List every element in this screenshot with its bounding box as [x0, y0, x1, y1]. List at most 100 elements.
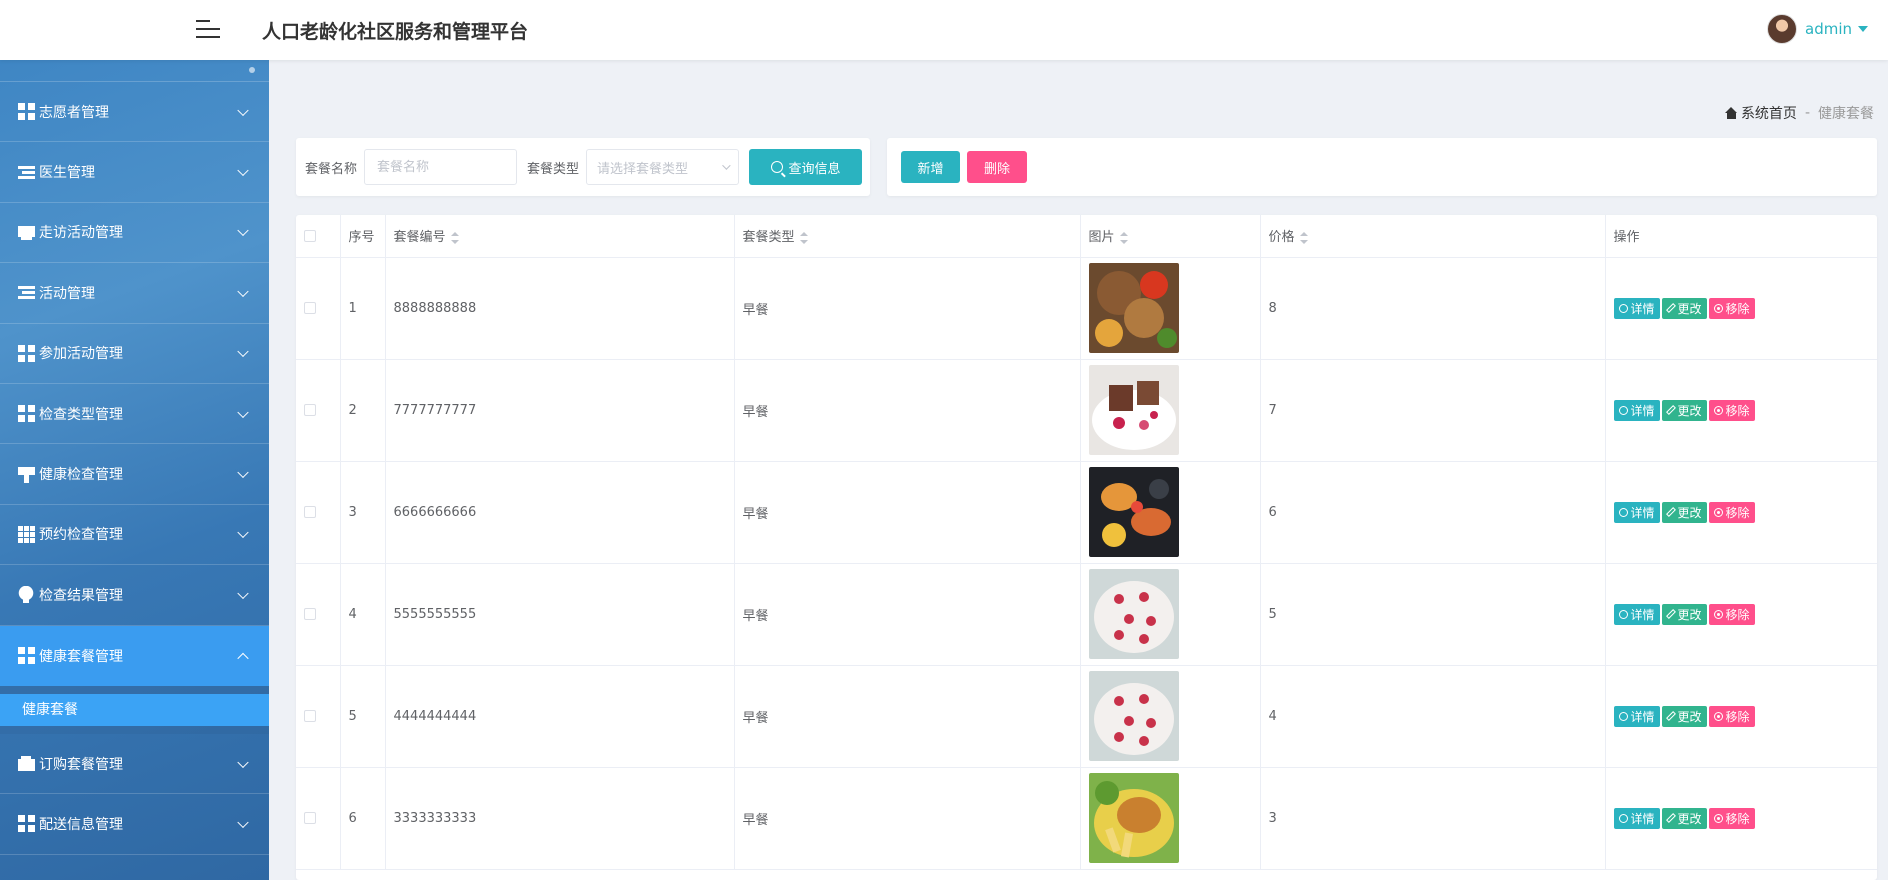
sidebar-item-3[interactable]: 活动管理 — [0, 263, 269, 324]
sidebar-item-8[interactable]: 检查结果管理 — [0, 565, 269, 626]
breadcrumb-separator: - — [1804, 105, 1810, 121]
header-index-label: 序号 — [348, 230, 375, 246]
sidebar-item-1[interactable]: 医生管理 — [0, 142, 269, 203]
remove-button[interactable]: 移除 — [1708, 297, 1755, 319]
food-photo-strawberry-plate[interactable] — [1088, 671, 1179, 761]
header-code[interactable]: 套餐编号 — [385, 215, 735, 258]
cell-index: 4 — [340, 563, 386, 666]
sidebar-item-label: 配送信息管理 — [39, 816, 123, 833]
cell-image — [1080, 563, 1261, 666]
food-photo-strawberry-plate[interactable] — [1088, 569, 1179, 659]
detail-button[interactable]: 详情 — [1613, 603, 1660, 625]
sidebar-item-2[interactable]: 走访活动管理 — [0, 203, 269, 264]
row-checkbox[interactable] — [304, 404, 316, 416]
sort-icon[interactable] — [450, 231, 459, 244]
sidebar-item-label: 健康检查管理 — [39, 467, 123, 484]
detail-label: 详情 — [1630, 301, 1655, 316]
select-all-checkbox[interactable] — [304, 229, 316, 242]
package-type-select[interactable]: 请选择套餐类型 — [586, 149, 740, 185]
row-checkbox[interactable] — [304, 506, 316, 518]
sort-icon[interactable] — [1119, 231, 1128, 244]
header-price[interactable]: 价格 — [1260, 215, 1606, 258]
row-actions: 详情 更改 移除 — [1613, 807, 1870, 829]
row-checkbox[interactable] — [304, 812, 316, 824]
remove-button[interactable]: 移除 — [1708, 603, 1755, 625]
avatar — [1767, 14, 1797, 44]
grid-icon — [18, 647, 35, 665]
cell-ops: 详情 更改 移除 — [1605, 767, 1877, 870]
grid-icon — [18, 344, 35, 362]
cell-select — [296, 359, 341, 462]
header-ops-label: 操作 — [1613, 230, 1640, 246]
sidebar-top-strip — [0, 60, 269, 82]
edit-button[interactable]: 更改 — [1661, 705, 1707, 727]
header-price-label: 价格 — [1268, 230, 1295, 246]
breadcrumb-home[interactable]: 系统首页 — [1741, 103, 1797, 123]
search-button[interactable]: 查询信息 — [749, 149, 863, 185]
edit-button[interactable]: 更改 — [1661, 297, 1707, 319]
remove-button[interactable]: 移除 — [1708, 399, 1755, 421]
detail-button[interactable]: 详情 — [1613, 705, 1660, 727]
edit-button[interactable]: 更改 — [1661, 399, 1707, 421]
cell-code: 5555555555 — [385, 563, 735, 666]
remove-button[interactable]: 移除 — [1708, 501, 1755, 523]
sidebar-item-10[interactable]: 订购套餐管理 — [0, 734, 269, 795]
menu-toggle-icon[interactable] — [196, 18, 220, 40]
header-type[interactable]: 套餐类型 — [734, 215, 1081, 258]
delete-button[interactable]: 删除 — [967, 151, 1027, 183]
remove-button[interactable]: 移除 — [1708, 705, 1755, 727]
sidebar-item-11[interactable]: 配送信息管理 — [0, 794, 269, 855]
chevron-down-icon — [722, 161, 731, 170]
submenu-item-health-package[interactable]: 健康套餐 — [0, 693, 269, 726]
remove-circle-icon — [1713, 711, 1723, 721]
cell-type: 早餐 — [734, 359, 1081, 462]
cell-index: 2 — [340, 359, 386, 462]
row-checkbox[interactable] — [304, 710, 316, 722]
sidebar-item-0[interactable]: 志愿者管理 — [0, 82, 269, 143]
detail-label: 详情 — [1630, 403, 1655, 418]
sort-icon[interactable] — [1299, 231, 1308, 244]
detail-button[interactable]: 详情 — [1613, 297, 1660, 319]
cell-type: 早餐 — [734, 461, 1081, 564]
sort-icon[interactable] — [799, 231, 808, 244]
remove-button[interactable]: 移除 — [1708, 807, 1755, 829]
cell-code: 7777777777 — [385, 359, 735, 462]
cell-select — [296, 563, 341, 666]
package-name-input[interactable] — [364, 149, 518, 185]
food-photo-fried-chicken[interactable] — [1088, 773, 1179, 863]
top-header: 人口老龄化社区服务和管理平台 admin — [0, 0, 1888, 60]
edit-label: 更改 — [1677, 607, 1702, 622]
sidebar-item-6[interactable]: 健康检查管理 — [0, 444, 269, 505]
edit-label: 更改 — [1677, 301, 1702, 316]
sidebar-item-9[interactable]: 健康套餐管理 — [0, 625, 269, 686]
sidebar-item-5[interactable]: 检查类型管理 — [0, 384, 269, 445]
detail-button[interactable]: 详情 — [1613, 399, 1660, 421]
table-row: 3 6666666666 早餐 6 详情 更改 移除 — [296, 461, 1877, 564]
food-photo-dessert-plate[interactable] — [1088, 365, 1179, 455]
cell-image — [1080, 359, 1261, 462]
remove-label: 移除 — [1725, 505, 1750, 520]
cell-price: 7 — [1260, 359, 1606, 462]
food-photo-chicken-pepper[interactable] — [1088, 263, 1179, 353]
edit-button[interactable]: 更改 — [1661, 501, 1707, 523]
header-image-label: 图片 — [1088, 230, 1115, 246]
edit-button[interactable]: 更改 — [1661, 807, 1707, 829]
detail-button[interactable]: 详情 — [1613, 501, 1660, 523]
edit-button[interactable]: 更改 — [1661, 603, 1707, 625]
remove-label: 移除 — [1725, 709, 1750, 724]
sidebar-item-4[interactable]: 参加活动管理 — [0, 324, 269, 384]
row-checkbox[interactable] — [304, 608, 316, 620]
food-photo-seafood-dark[interactable] — [1088, 467, 1179, 557]
header-type-label: 套餐类型 — [742, 230, 795, 246]
header-index: 序号 — [340, 215, 386, 258]
row-checkbox[interactable] — [304, 302, 316, 314]
pencil-icon — [1665, 507, 1676, 517]
detail-button[interactable]: 详情 — [1613, 807, 1660, 829]
header-image[interactable]: 图片 — [1080, 215, 1261, 258]
sidebar-item-7[interactable]: 预约检查管理 — [0, 505, 269, 566]
search-panel: 套餐名称 套餐类型 请选择套餐类型 查询信息 — [296, 138, 870, 196]
add-button[interactable]: 新增 — [901, 151, 960, 183]
sidebar-item-label: 走访活动管理 — [39, 225, 123, 242]
user-menu[interactable]: admin — [1767, 14, 1868, 44]
cell-select — [296, 767, 341, 870]
